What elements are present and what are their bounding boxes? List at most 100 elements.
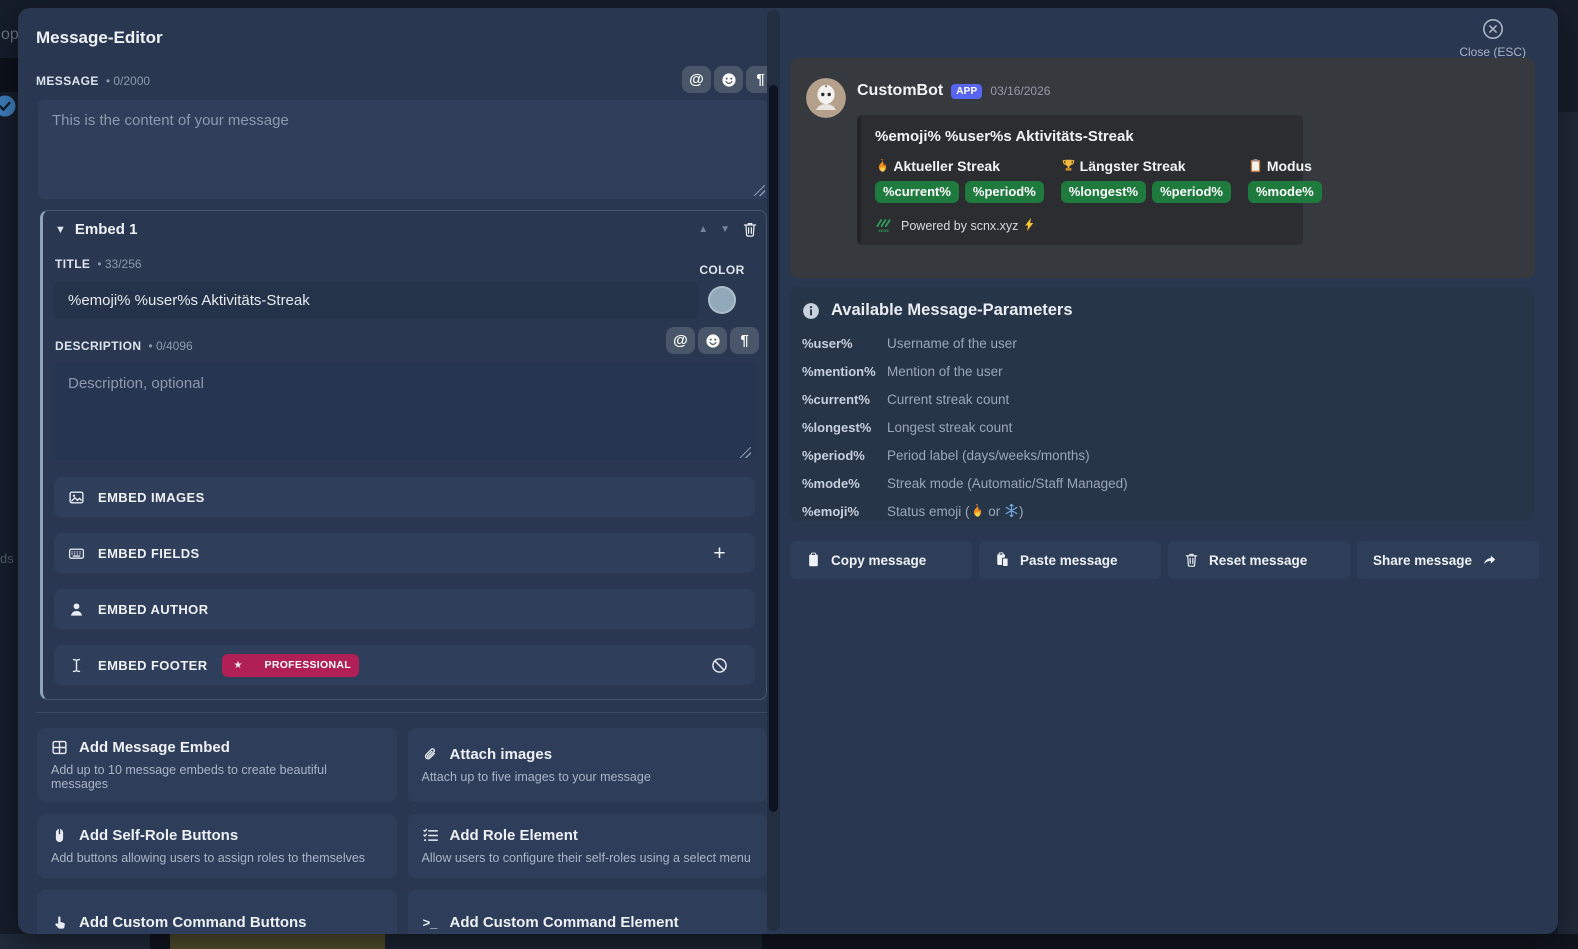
editor-scrollbar[interactable] <box>767 10 780 931</box>
description-counter: 0/4096 <box>148 339 192 353</box>
copy-icon <box>806 552 821 568</box>
embed-section-footer[interactable]: EMBED FOOTER ★PROFESSIONAL <box>54 645 755 685</box>
parameter-name: %longest% <box>802 420 887 435</box>
delete-embed-button[interactable] <box>742 221 758 238</box>
parameter-row: %period%Period label (days/weeks/months) <box>802 441 1523 469</box>
parameter-row: %mode%Streak mode (Automatic/Staff Manag… <box>802 469 1523 497</box>
paste-message-button[interactable]: Paste message <box>979 541 1161 579</box>
parameter-name: %period% <box>802 448 887 463</box>
add-custom-command-element-button[interactable]: >_Add Custom Command Element <box>408 890 768 934</box>
preview-embed-footer: Powered by scnx.xyz <box>901 217 1037 233</box>
parameter-name: %mention% <box>802 364 887 379</box>
embed-section-label: EMBED AUTHOR <box>98 602 208 617</box>
divider <box>36 712 767 713</box>
title-label: TITLE <box>55 257 90 271</box>
embed-section-label: EMBED FOOTER <box>98 658 208 673</box>
bot-name: CustomBot <box>857 82 943 100</box>
embed-section-images[interactable]: EMBED IMAGES <box>54 477 755 517</box>
trash-icon <box>742 221 758 238</box>
reset-message-button[interactable]: Reset message <box>1168 541 1350 579</box>
embed-section-label: EMBED IMAGES <box>98 490 205 505</box>
parameter-description: Streak mode (Automatic/Staff Managed) <box>887 476 1128 491</box>
keyboard-icon <box>68 545 85 562</box>
professional-badge: ★PROFESSIONAL <box>222 654 359 677</box>
embed-collapse-header[interactable]: ▼ Embed 1 <box>55 221 137 238</box>
share-message-button[interactable]: Share message <box>1357 541 1539 579</box>
parameter-pill: %period% <box>965 181 1044 203</box>
parameter-pill: %current% <box>875 181 959 203</box>
description-toolbar: @¶ <box>666 327 759 354</box>
message-toolbar: @¶ <box>682 66 775 93</box>
embed-description-input[interactable] <box>54 363 755 460</box>
blocked-icon <box>711 657 728 674</box>
parameter-pill: %mode% <box>1248 181 1322 203</box>
mention-button[interactable]: @ <box>682 66 711 93</box>
plus-icon: + <box>711 545 728 562</box>
attach-images-button[interactable]: Attach imagesAttach up to five images to… <box>408 728 768 802</box>
move-embed-up-button[interactable]: ▲ <box>698 224 708 235</box>
close-button[interactable]: Close (ESC) <box>1459 18 1526 59</box>
embed-header-label: Embed 1 <box>75 221 138 238</box>
person-icon <box>68 601 85 618</box>
emoji-button[interactable] <box>714 66 743 93</box>
add-self-role-buttons-button[interactable]: Add Self-Role ButtonsAdd buttons allowin… <box>37 814 397 878</box>
background-right-strip-top <box>1558 0 1578 112</box>
add-card-title: Add Message Embed <box>79 739 230 756</box>
bot-avatar <box>806 78 846 118</box>
parameter-name: %current% <box>802 392 887 407</box>
message-editor-modal: Message-Editor Close (ESC) MESSAGE 0/200… <box>18 8 1558 934</box>
parameter-row: %longest%Longest streak count <box>802 413 1523 441</box>
list-icon <box>422 827 439 844</box>
formatting-icon: ¶ <box>737 333 753 349</box>
footer-disabled-icon <box>711 657 741 674</box>
embed-section-author[interactable]: EMBED AUTHOR <box>54 589 755 629</box>
parameters-panel: Available Message-Parameters %user%Usern… <box>790 287 1535 521</box>
message-timestamp: 03/16/2026 <box>990 84 1050 98</box>
message-label: MESSAGE <box>36 74 99 88</box>
parameter-description: Status emoji ( or ) <box>887 503 1024 519</box>
add-embed-field-button[interactable]: + <box>711 545 741 562</box>
mention-icon: @ <box>689 72 705 88</box>
emoji-icon <box>705 333 721 349</box>
copy-message-button[interactable]: Copy message <box>790 541 972 579</box>
title-counter: 33/256 <box>97 257 141 271</box>
add-card-subtitle: Add buttons allowing users to assign rol… <box>51 851 383 865</box>
hand-pointer-icon <box>51 914 68 931</box>
message-actions: Copy messagePaste messageReset messageSh… <box>790 541 1539 579</box>
message-input[interactable] <box>38 100 768 199</box>
verified-check-icon <box>0 94 17 118</box>
parameter-row: %emoji%Status emoji ( or ) <box>802 497 1523 525</box>
background-bottom-segment <box>0 934 150 949</box>
add-custom-command-buttons-button[interactable]: Add Custom Command Buttons <box>37 890 397 934</box>
embed-section-fields[interactable]: EMBED FIELDS + <box>54 533 755 573</box>
move-embed-down-button[interactable]: ▼ <box>720 224 730 235</box>
background-partial-text: op <box>1 26 19 44</box>
embed-section-label: EMBED FIELDS <box>98 546 200 561</box>
mouse-icon <box>51 827 68 844</box>
background-partial-text-2: ds <box>0 551 14 566</box>
emoji-button[interactable] <box>698 327 727 354</box>
mention-icon: @ <box>673 333 689 349</box>
scnx-logo-icon: scnx <box>875 216 892 233</box>
embed-color-picker[interactable] <box>708 286 736 314</box>
background-right-strip <box>1558 0 1578 949</box>
add-role-element-button[interactable]: Add Role ElementAllow users to configure… <box>408 814 768 878</box>
parameter-row: %current%Current streak count <box>802 385 1523 413</box>
add-card-title: Add Role Element <box>450 827 578 844</box>
embed-title-input[interactable] <box>54 282 698 319</box>
app-badge: APP <box>951 84 982 99</box>
message-preview: CustomBot APP 03/16/2026 %emoji% %user%s… <box>790 58 1535 278</box>
text-cursor-icon <box>68 657 85 674</box>
scrollbar-thumb[interactable] <box>769 85 778 812</box>
parameter-description: Current streak count <box>887 392 1009 407</box>
add-message-embed-button[interactable]: Add Message Embed Add up to 10 message em… <box>37 728 397 802</box>
add-card-subtitle: Attach up to five images to your message <box>422 770 754 784</box>
mention-button[interactable]: @ <box>666 327 695 354</box>
add-elements-grid: Add Message Embed Add up to 10 message em… <box>37 728 767 934</box>
parameter-name: %mode% <box>802 476 887 491</box>
modal-title: Message-Editor <box>36 28 163 48</box>
background-bottom-segment-2 <box>385 934 762 949</box>
formatting-button[interactable]: ¶ <box>730 327 759 354</box>
parameter-description: Longest streak count <box>887 420 1012 435</box>
add-card-subtitle: Add up to 10 message embeds to create be… <box>51 763 383 791</box>
